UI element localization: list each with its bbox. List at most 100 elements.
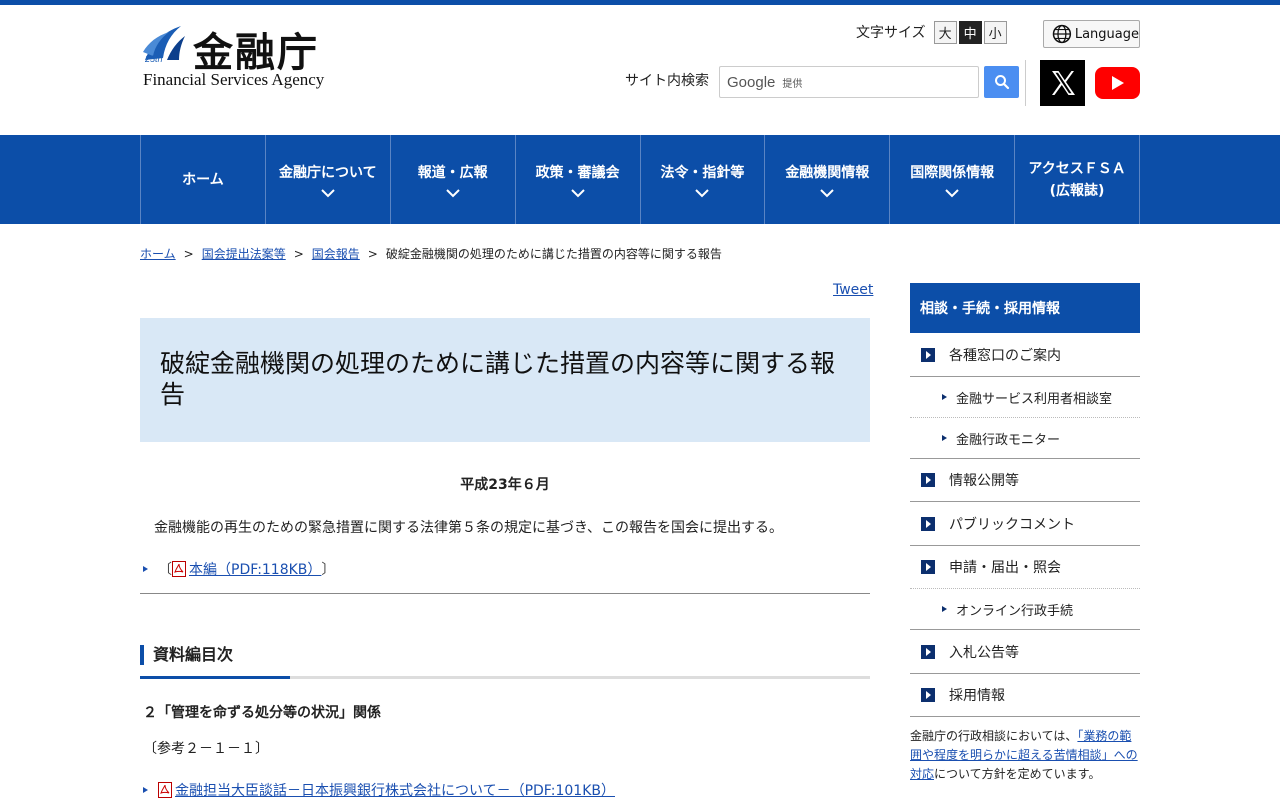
search-icon (994, 75, 1009, 90)
sidebar-item-label: 各種窓口のご案内 (949, 347, 1061, 364)
language-label: Language (1074, 26, 1139, 42)
sidebar-note: 金融庁の行政相談においては、「業務の範囲や程度を明らかに超える苦情相談」への対応… (910, 727, 1142, 784)
sidebar-item-label: 情報公開等 (949, 473, 1019, 489)
sidebar-heading: 相談・手続・採用情報 (910, 283, 1140, 333)
breadcrumb-separator: > (367, 247, 378, 261)
bracket-open: 〔 (158, 562, 172, 578)
nav-item-policy[interactable]: 政策・審議会 (516, 135, 641, 224)
arrow-square-icon (921, 473, 935, 487)
font-size-label: 文字サイズ (856, 25, 926, 41)
nav-item-press[interactable]: 報道・広報 (391, 135, 516, 224)
nav-item-laws[interactable]: 法令・指針等 (641, 135, 766, 224)
nav-item-label: アクセスＦＳＡ (1028, 160, 1126, 177)
font-size-switcher: 文字サイズ 大 中 小 (856, 20, 1007, 44)
nav-item-about[interactable]: 金融庁について (266, 135, 391, 224)
pdf-icon (172, 561, 186, 577)
pdf-reference-line: 金融担当大臣談話－日本振興銀行株式会社について－（PDF:101KB） (143, 780, 615, 800)
section-underline-accent (140, 676, 290, 679)
search-google-brand: Google (727, 73, 776, 91)
sidebar-item-label: パブリックコメント (949, 516, 1075, 533)
sidebar-item-public-comment[interactable]: パブリックコメント (910, 502, 1140, 546)
sidebar-item-label: 金融行政モニター (956, 432, 1061, 448)
nav-item-home[interactable]: ホーム (141, 135, 266, 224)
tweet-link[interactable]: Tweet (833, 282, 873, 298)
bracket-close: 〕 (321, 562, 336, 578)
top-accent-bar (0, 0, 1280, 5)
search-input[interactable]: Google 提供 (719, 66, 979, 98)
bullet-triangle-icon (942, 606, 947, 612)
youtube-play-icon (1111, 76, 1124, 90)
breadcrumb-separator: > (293, 247, 304, 261)
global-navigation: ホーム 金融庁について 報道・広報 政策・審議会 法令・指針等 金融機関情報 国… (0, 135, 1280, 224)
font-size-small-button[interactable]: 小 (983, 20, 1007, 44)
pdf-icon (158, 782, 172, 798)
language-button[interactable]: Language (1043, 20, 1140, 48)
section-heading-bar (140, 645, 144, 665)
breadcrumb-link-bills[interactable]: 国会提出法案等 (202, 247, 286, 261)
fsa-emblem-icon: 25th (143, 26, 185, 64)
sidebar-item-admin-monitor[interactable]: 金融行政モニター (910, 418, 1140, 459)
font-size-medium-button[interactable]: 中 (958, 20, 982, 44)
search-button[interactable] (984, 66, 1019, 98)
sidebar-item-online-procedures[interactable]: オンライン行政手続 (910, 589, 1140, 630)
arrow-square-icon (921, 644, 935, 659)
pdf-reference-link[interactable]: 金融担当大臣談話－日本振興銀行株式会社について－（PDF:101KB） (175, 780, 615, 800)
arrow-square-icon (921, 688, 935, 702)
nav-item-sublabel: (広報誌) (1049, 182, 1105, 199)
chevron-down-icon (445, 188, 460, 197)
logo-english-text: Financial Services Agency (143, 70, 325, 89)
nav-item-international[interactable]: 国際関係情報 (890, 135, 1016, 224)
sidebar-item-tenders[interactable]: 入札公告等 (910, 630, 1140, 674)
nav-item-institutions[interactable]: 金融機関情報 (765, 135, 891, 224)
pdf-main-link[interactable]: 本編（PDF:118KB） (189, 559, 321, 579)
chevron-down-icon (695, 188, 710, 197)
bullet-triangle-icon (942, 435, 947, 441)
globe-icon (1052, 24, 1072, 44)
arrow-square-icon (921, 516, 935, 531)
breadcrumb-separator: > (183, 247, 194, 261)
section-title: 資料編目次 (153, 645, 234, 664)
sidebar-item-label: 申請・届出・照会 (949, 560, 1061, 576)
nav-item-label: 国際関係情報 (910, 164, 995, 181)
bullet-triangle-icon (143, 787, 148, 793)
sidebar-note-text: 金融庁の行政相談においては、 (910, 729, 1078, 743)
breadcrumb-current: 破綻金融機関の処理のために講じた措置の内容等に関する報告 (385, 247, 722, 261)
arrow-square-icon (921, 560, 935, 574)
sidebar-item-consumer-consultation[interactable]: 金融サービス利用者相談室 (910, 377, 1140, 418)
chevron-down-icon (570, 188, 585, 197)
x-social-link[interactable] (1040, 60, 1085, 106)
font-size-large-button[interactable]: 大 (933, 20, 957, 44)
sidebar-item-recruitment[interactable]: 採用情報 (910, 674, 1140, 717)
breadcrumb: ホーム > 国会提出法案等 > 国会報告 > 破綻金融機関の処理のために講じた措置の内容等に… (140, 245, 722, 262)
pdf-main-line: 〔 本編（PDF:118KB） 〕 (143, 559, 335, 579)
sidebar-item-disclosure[interactable]: 情報公開等 (910, 459, 1140, 502)
nav-item-label: 金融機関情報 (785, 164, 870, 181)
report-date: 平成23年６月 (460, 477, 550, 493)
page-title-box: 破綻金融機関の処理のために講じた措置の内容等に関する報告 (140, 318, 870, 442)
nav-item-access-fsa[interactable]: アクセスＦＳＡ (広報誌) (1015, 135, 1140, 224)
content-divider (140, 593, 870, 594)
nav-item-label: 政策・審議会 (535, 164, 620, 181)
breadcrumb-link-diet-reports[interactable]: 国会報告 (312, 247, 360, 261)
site-search-label: サイト内検索 (625, 73, 709, 89)
nav-item-label: 金融庁について (279, 164, 377, 181)
youtube-link[interactable] (1095, 67, 1140, 99)
lead-paragraph: 金融機能の再生のための緊急措置に関する法律第５条の規定に基づき、この報告を国会に… (154, 520, 784, 536)
page-title: 破綻金融機関の処理のために講じた措置の内容等に関する報告 (160, 349, 836, 409)
nav-item-label: 法令・指針等 (660, 164, 745, 181)
breadcrumb-link-home[interactable]: ホーム (140, 247, 176, 261)
sidebar-item-label: 金融サービス利用者相談室 (956, 391, 1113, 407)
subsection-heading: ２「管理を命ずる処分等の状況」関係 (143, 705, 381, 721)
bullet-triangle-icon (143, 566, 148, 572)
chevron-down-icon (321, 188, 335, 197)
section-heading: 資料編目次 (140, 645, 870, 679)
chevron-down-icon (820, 188, 835, 197)
arrow-square-icon (921, 347, 935, 362)
site-logo[interactable]: 25th 金融庁 Financial Services Agency (141, 22, 341, 92)
nav-item-label: ホーム (182, 171, 224, 188)
nav-item-label: 報道・広報 (417, 164, 488, 181)
x-logo-icon (1051, 71, 1075, 95)
sidebar-item-applications[interactable]: 申請・届出・照会 (910, 546, 1140, 589)
svg-text:25th: 25th (144, 54, 163, 64)
sidebar-item-contact-windows[interactable]: 各種窓口のご案内 (910, 333, 1140, 377)
